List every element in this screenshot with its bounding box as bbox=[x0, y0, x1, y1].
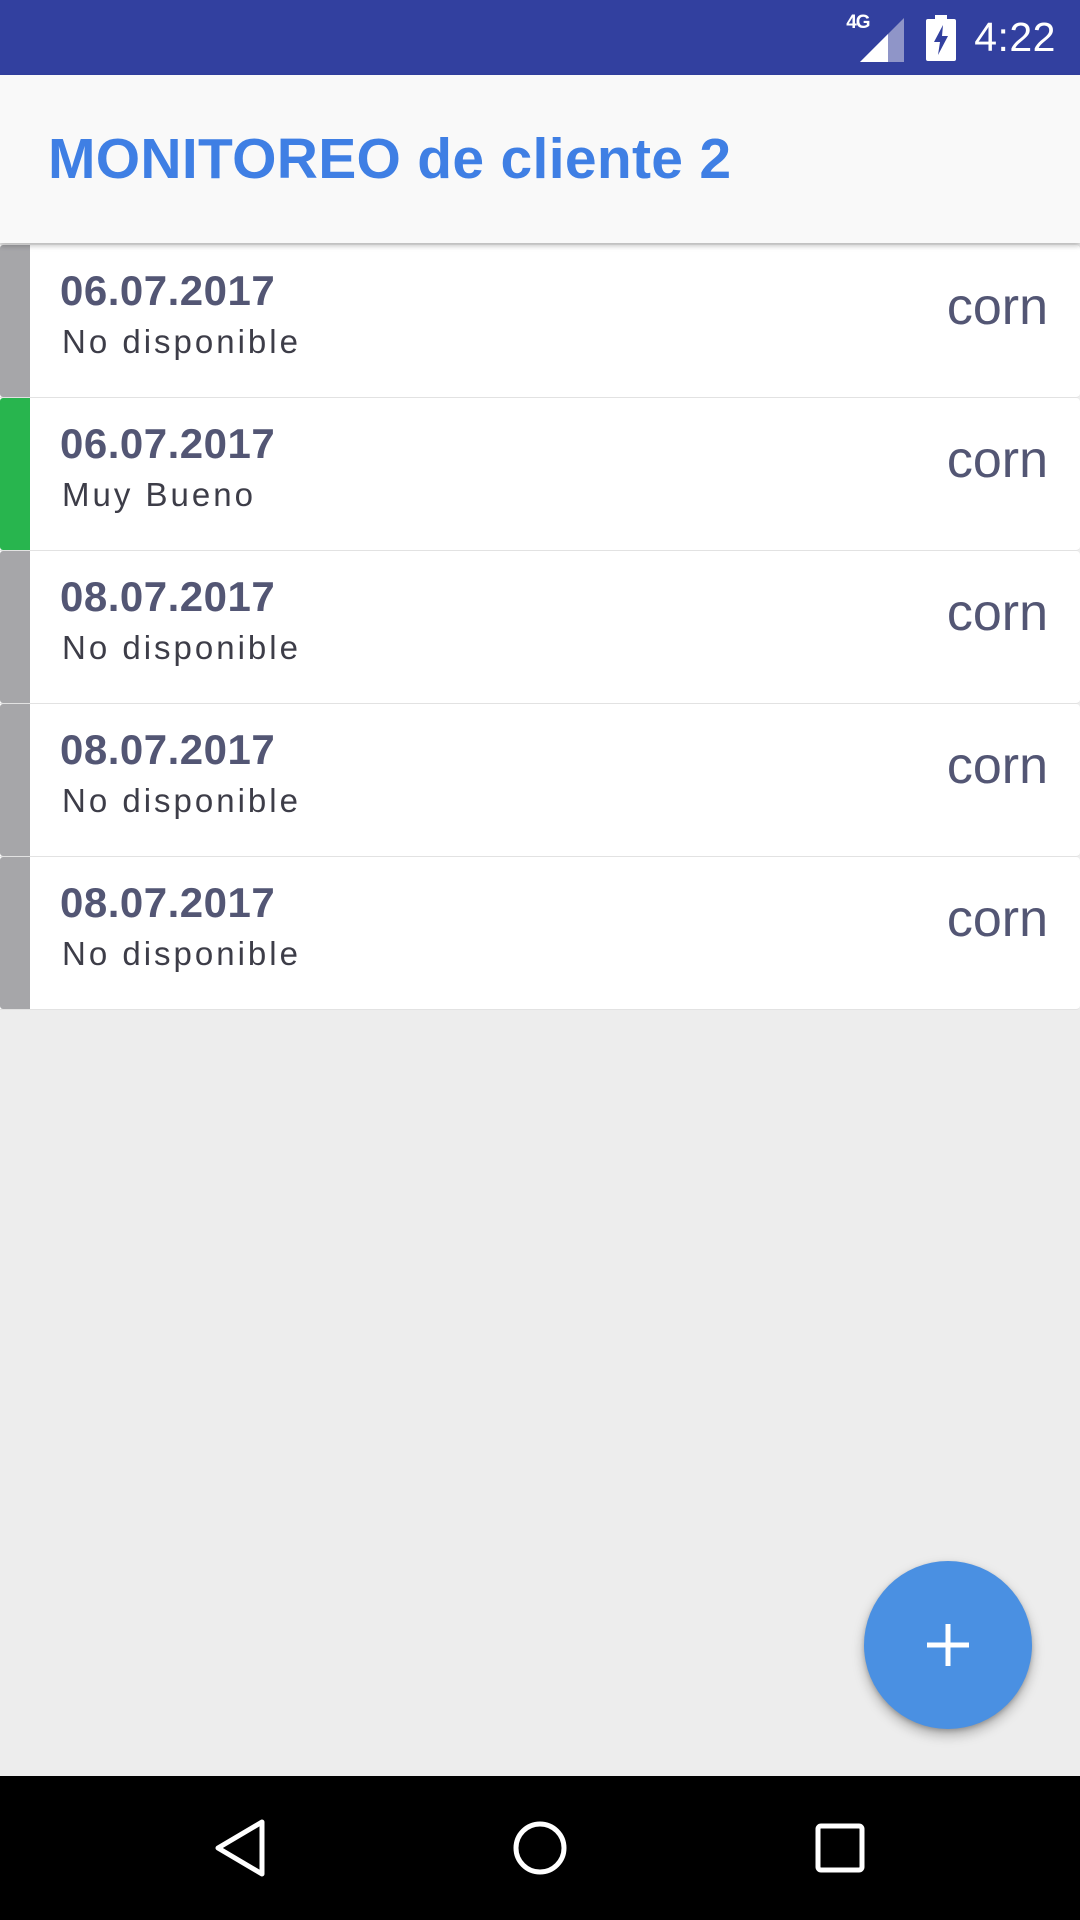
battery-charging-icon bbox=[926, 14, 957, 61]
page-title: MONITOREO de cliente 2 bbox=[48, 127, 732, 191]
home-button[interactable] bbox=[460, 1776, 620, 1920]
add-record-button[interactable] bbox=[864, 1561, 1032, 1729]
status-color-strip bbox=[0, 551, 30, 703]
record-crop: corn bbox=[946, 431, 1048, 489]
list-item[interactable]: 06.07.2017 No disponible corn bbox=[0, 245, 1080, 398]
status-color-strip bbox=[0, 857, 30, 1009]
signal-icon bbox=[860, 17, 905, 62]
back-button[interactable] bbox=[160, 1776, 320, 1920]
signal-indicator: 4G bbox=[846, 12, 908, 62]
record-status: No disponible bbox=[62, 323, 301, 360]
record-status: Muy Bueno bbox=[62, 476, 256, 513]
list-item[interactable]: 08.07.2017 No disponible corn bbox=[0, 704, 1080, 857]
record-date: 08.07.2017 bbox=[60, 726, 276, 773]
record-status: No disponible bbox=[62, 935, 301, 972]
navigation-bar bbox=[0, 1776, 1080, 1920]
record-status: No disponible bbox=[62, 782, 301, 819]
record-date: 06.07.2017 bbox=[60, 420, 276, 467]
status-bar: 4G 4:22 bbox=[0, 0, 1080, 75]
record-date: 08.07.2017 bbox=[60, 879, 276, 926]
status-color-strip bbox=[0, 704, 30, 856]
list-item[interactable]: 08.07.2017 No disponible corn bbox=[0, 857, 1080, 1010]
recents-icon bbox=[815, 1823, 865, 1873]
list-item[interactable]: 08.07.2017 No disponible corn bbox=[0, 551, 1080, 704]
status-color-strip bbox=[0, 398, 30, 550]
record-date: 08.07.2017 bbox=[60, 573, 276, 620]
recents-button[interactable] bbox=[760, 1776, 920, 1920]
record-crop: corn bbox=[946, 278, 1048, 336]
status-icons: 4G 4:22 bbox=[846, 0, 1056, 75]
record-crop: corn bbox=[946, 890, 1048, 948]
record-crop: corn bbox=[946, 737, 1048, 795]
home-icon bbox=[513, 1821, 567, 1875]
status-color-strip bbox=[0, 245, 30, 397]
clock: 4:22 bbox=[974, 14, 1056, 60]
record-crop: corn bbox=[946, 584, 1048, 642]
record-list: 06.07.2017 No disponible corn 06.07.2017… bbox=[0, 245, 1080, 1010]
list-item[interactable]: 06.07.2017 Muy Bueno corn bbox=[0, 398, 1080, 551]
back-icon bbox=[215, 1819, 265, 1877]
app-bar: MONITOREO de cliente 2 bbox=[0, 75, 1080, 243]
record-status: No disponible bbox=[62, 629, 301, 666]
record-date: 06.07.2017 bbox=[60, 267, 276, 314]
plus-icon bbox=[927, 1624, 969, 1666]
